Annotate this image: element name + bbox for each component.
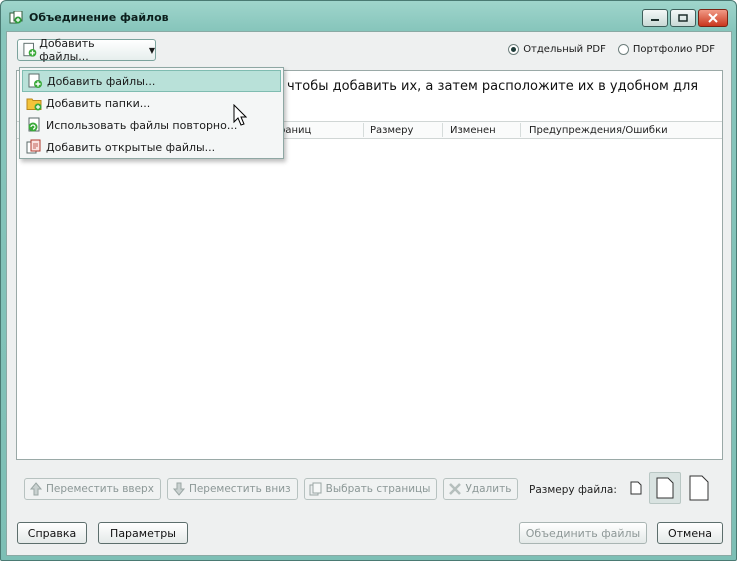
menu-item-add-files[interactable]: Добавить файлы...	[22, 70, 281, 92]
reuse-files-icon	[28, 117, 40, 132]
open-files-icon	[26, 139, 41, 154]
mouse-cursor-icon	[233, 104, 247, 126]
column-size[interactable]: Размеру	[370, 125, 413, 136]
options-label: Параметры	[110, 526, 176, 540]
list-tools: Переместить вверх Переместить вниз Выбра…	[24, 478, 519, 500]
delete-label: Удалить	[465, 483, 512, 495]
page-small-icon	[630, 481, 642, 495]
add-files-button[interactable]: Добавить файлы... ▼	[17, 37, 156, 63]
add-files-label: Добавить файлы...	[39, 37, 95, 63]
delete-button[interactable]: Удалить	[443, 478, 519, 500]
portfolio-pdf-label: Портфолио PDF	[632, 44, 715, 55]
output-mode-group: Отдельный PDF Портфолио PDF	[508, 44, 715, 55]
options-button[interactable]: Параметры	[98, 522, 188, 544]
add-file-icon	[28, 73, 42, 88]
dialog-client-area: Добавить файлы... ▼ Отдельный PDF Портфо…	[6, 31, 732, 556]
menu-item-label: Добавить открытые файлы...	[46, 140, 216, 154]
combine-files-label: Объединить файлы	[525, 526, 641, 540]
move-down-label: Переместить вниз	[188, 483, 291, 495]
portfolio-pdf-radio[interactable]: Портфолио PDF	[617, 44, 715, 55]
column-warnings[interactable]: Предупреждения/Ошибки	[529, 125, 668, 136]
arrow-up-icon	[29, 482, 43, 496]
minimize-icon	[651, 19, 659, 21]
pages-icon	[309, 482, 322, 496]
column-separator[interactable]	[520, 123, 521, 137]
hint-text: чтобы добавить их, а затем расположите и…	[287, 79, 699, 94]
column-separator[interactable]	[442, 123, 443, 137]
delete-icon	[449, 483, 462, 495]
window-title: Объединение файлов	[29, 11, 169, 24]
file-size-large-button[interactable]	[685, 472, 713, 504]
maximize-icon	[678, 14, 688, 22]
folder-icon	[26, 98, 42, 111]
close-icon	[708, 13, 718, 23]
file-size-options	[627, 472, 713, 504]
help-label: Справка	[27, 526, 77, 540]
column-separator[interactable]	[363, 123, 364, 137]
add-file-icon	[23, 42, 37, 57]
move-down-button[interactable]: Переместить вниз	[166, 478, 298, 500]
chevron-down-icon: ▼	[148, 45, 155, 55]
combine-files-icon	[9, 11, 23, 24]
title-bar[interactable]: Объединение файлов	[1, 1, 736, 33]
combine-files-window: Объединение файлов Добавить файлы... ▼ О…	[0, 0, 737, 561]
menu-item-label: Добавить файлы...	[47, 74, 156, 88]
file-size-medium-button[interactable]	[649, 472, 681, 504]
arrow-down-icon	[172, 482, 186, 496]
minimize-button[interactable]	[642, 9, 668, 27]
single-pdf-label: Отдельный PDF	[523, 44, 606, 55]
file-size-small-button[interactable]	[627, 479, 645, 497]
menu-item-label: Использовать файлы повторно...	[46, 118, 238, 132]
choose-pages-button[interactable]: Выбрать страницы	[303, 478, 438, 500]
menu-item-label: Добавить папки...	[46, 96, 151, 110]
file-size-label: Размеру файла:	[529, 484, 617, 496]
menu-item-add-open-files[interactable]: Добавить открытые файлы...	[22, 136, 281, 158]
move-up-label: Переместить вверх	[46, 483, 154, 495]
radio-unselected-icon	[617, 44, 629, 55]
maximize-button[interactable]	[670, 9, 696, 27]
single-pdf-radio[interactable]: Отдельный PDF	[508, 44, 606, 55]
cancel-button[interactable]: Отмена	[657, 522, 723, 544]
combine-files-button[interactable]: Объединить файлы	[519, 522, 647, 544]
window-controls	[642, 9, 728, 27]
page-large-icon	[689, 475, 709, 501]
help-button[interactable]: Справка	[17, 522, 87, 544]
radio-selected-icon	[508, 44, 520, 55]
cancel-label: Отмена	[667, 526, 713, 540]
choose-pages-label: Выбрать страницы	[325, 483, 431, 495]
close-button[interactable]	[698, 9, 728, 27]
column-modified[interactable]: Изменен	[450, 125, 496, 136]
page-medium-icon	[656, 477, 674, 499]
move-up-button[interactable]: Переместить вверх	[24, 478, 161, 500]
